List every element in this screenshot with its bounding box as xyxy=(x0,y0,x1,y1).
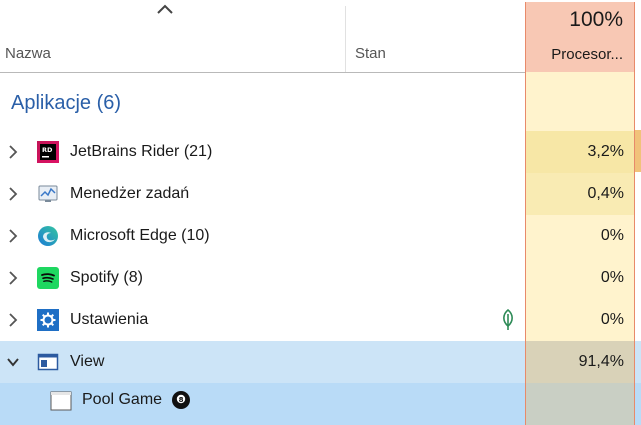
group-header-apps: Aplikacje (6) xyxy=(11,92,122,114)
cpu-total-percent: 100% xyxy=(569,8,623,31)
process-row[interactable]: Spotify (8) 0% xyxy=(0,257,641,299)
process-name: View xyxy=(70,353,105,370)
process-name: Menedżer zadań xyxy=(70,185,190,202)
chevron-right-icon[interactable] xyxy=(6,270,20,286)
window-title: Pool Game xyxy=(82,391,163,408)
process-name: Ustawienia xyxy=(70,311,149,328)
task-manager-icon xyxy=(38,185,58,202)
spotify-icon xyxy=(37,267,59,289)
svg-text:RD: RD xyxy=(42,146,53,154)
sort-ascending-icon[interactable] xyxy=(155,0,175,16)
chevron-right-icon[interactable] xyxy=(6,228,20,244)
eco-leaf-icon xyxy=(503,309,513,330)
cpu-cell: 0% xyxy=(526,215,635,257)
cpu-cell: 3,2% xyxy=(526,131,635,173)
cpu-value: 0% xyxy=(600,311,624,328)
process-row-selected[interactable]: View 91,4% xyxy=(0,341,641,383)
process-row[interactable]: Menedżer zadań 0,4% xyxy=(0,173,641,215)
chevron-right-icon[interactable] xyxy=(6,186,20,202)
cpu-value: 0% xyxy=(600,227,624,244)
process-row[interactable]: RD JetBrains Rider (21) 3,2% xyxy=(0,131,641,173)
cpu-cell: 0,4% xyxy=(526,173,635,215)
cpu-value: 3,2% xyxy=(587,143,624,160)
cpu-cell xyxy=(526,383,635,425)
cpu-value: 0,4% xyxy=(587,185,624,202)
process-row[interactable]: Microsoft Edge (10) 0% xyxy=(0,215,641,257)
column-header-name[interactable]: Nazwa xyxy=(5,45,51,62)
cpu-cell: 91,4% xyxy=(526,341,635,383)
cpu-value: 91,4% xyxy=(578,353,624,370)
cpu-value: 0% xyxy=(600,269,624,286)
svg-text:8: 8 xyxy=(179,396,184,404)
process-row[interactable]: Ustawienia 0% xyxy=(0,299,641,341)
8-ball-icon: 8 xyxy=(172,391,190,409)
process-name: Microsoft Edge (10) xyxy=(70,227,210,244)
edge-icon xyxy=(38,226,58,246)
child-window-row[interactable]: Pool Game 8 xyxy=(0,383,641,425)
cpu-column-label: Procesor... xyxy=(551,46,623,63)
chevron-right-icon[interactable] xyxy=(6,144,20,160)
cpu-cell: 0% xyxy=(526,299,635,341)
window-icon xyxy=(50,391,72,411)
column-header-cpu[interactable]: 100% Procesor... xyxy=(526,2,635,72)
column-separator[interactable] xyxy=(345,6,346,72)
process-name: Spotify (8) xyxy=(70,269,143,286)
chevron-down-icon[interactable] xyxy=(6,354,20,370)
settings-icon xyxy=(37,309,59,331)
chevron-right-icon[interactable] xyxy=(6,312,20,328)
process-name: JetBrains Rider (21) xyxy=(70,143,213,160)
view-window-icon xyxy=(37,353,59,371)
jetbrains-rider-icon: RD xyxy=(37,141,59,163)
column-header-status[interactable]: Stan xyxy=(355,45,386,62)
cpu-cell: 0% xyxy=(526,257,635,299)
